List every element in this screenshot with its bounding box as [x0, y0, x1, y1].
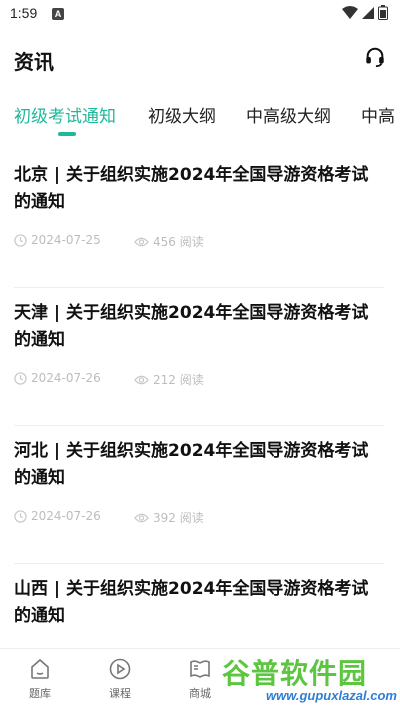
site-watermark: 谷普软件园 www.gupuxlazal.com: [218, 652, 397, 708]
news-title: 山西 | 关于组织实施2024年全国导游资格考试的通知: [14, 579, 369, 626]
status-bar: 1:59 A: [0, 0, 400, 28]
tab-advanced-syllabus[interactable]: 中高级大纲: [246, 102, 331, 127]
news-date: 2024-07-26: [31, 509, 101, 523]
news-date: 2024-07-25: [31, 233, 101, 247]
news-date: 2024-07-26: [31, 371, 101, 385]
news-meta: 2024-07-25 456 阅读: [14, 233, 204, 249]
tab-primary-syllabus[interactable]: 初级大纲: [148, 102, 216, 127]
status-time: 1:59: [10, 5, 38, 21]
news-item[interactable]: 天津 | 关于组织实施2024年全国导游资格考试的通知 2024-07-26 2…: [14, 288, 384, 426]
eye-icon: [134, 237, 149, 246]
news-views-count: 456 阅读: [153, 235, 204, 249]
battery-icon: [378, 5, 388, 20]
news-item[interactable]: 河北 | 关于组织实施2024年全国导游资格考试的通知 2024-07-26 3…: [14, 426, 384, 564]
news-title: 北京 | 关于组织实施2024年全国导游资格考试的通知: [14, 165, 369, 212]
eye-icon: [134, 513, 149, 522]
notification-app-icon: A: [52, 8, 64, 20]
news-title: 河北 | 关于组织实施2024年全国导游资格考试的通知: [14, 441, 369, 488]
clock-icon: [14, 371, 27, 385]
news-meta: 2024-07-26 212 阅读: [14, 371, 204, 387]
book-icon: [190, 660, 210, 678]
nav-courses[interactable]: 课程: [90, 657, 150, 701]
clock-icon: [14, 233, 27, 247]
news-views-count: 392 阅读: [153, 511, 204, 525]
news-item[interactable]: 北京 | 关于组织实施2024年全国导游资格考试的通知 2024-07-25 4…: [14, 150, 384, 288]
clock-icon: [14, 509, 27, 523]
page-title: 资讯: [14, 50, 54, 74]
tab-partial-next[interactable]: 中高: [361, 102, 400, 127]
nav-label-question-bank: 题库: [29, 687, 51, 700]
news-title: 天津 | 关于组织实施2024年全国导游资格考试的通知: [14, 303, 369, 350]
nav-label-shop: 商城: [189, 687, 211, 700]
question-bank-icon: [31, 658, 49, 679]
eye-icon: [134, 375, 149, 384]
tab-primary-exam-notice[interactable]: 初级考试通知: [14, 102, 116, 127]
news-views: 212 阅读: [134, 371, 204, 388]
news-views: 456 阅读: [134, 233, 204, 250]
page-header: 资讯: [0, 40, 400, 80]
news-views: 392 阅读: [134, 509, 204, 526]
news-meta: 2024-07-26 392 阅读: [14, 509, 204, 525]
headset-icon[interactable]: [364, 46, 386, 68]
wifi-icon: [342, 5, 358, 19]
status-indicators: [342, 5, 388, 20]
active-tab-indicator: [58, 132, 76, 136]
watermark-url: www.gupuxlazal.com: [266, 688, 397, 703]
nav-question-bank[interactable]: 题库: [10, 657, 70, 701]
watermark-title: 谷普软件园: [222, 657, 368, 690]
nav-label-courses: 课程: [109, 687, 131, 700]
news-views-count: 212 阅读: [153, 373, 204, 387]
signal-icon: [362, 6, 374, 19]
play-circle-icon: [109, 658, 131, 680]
